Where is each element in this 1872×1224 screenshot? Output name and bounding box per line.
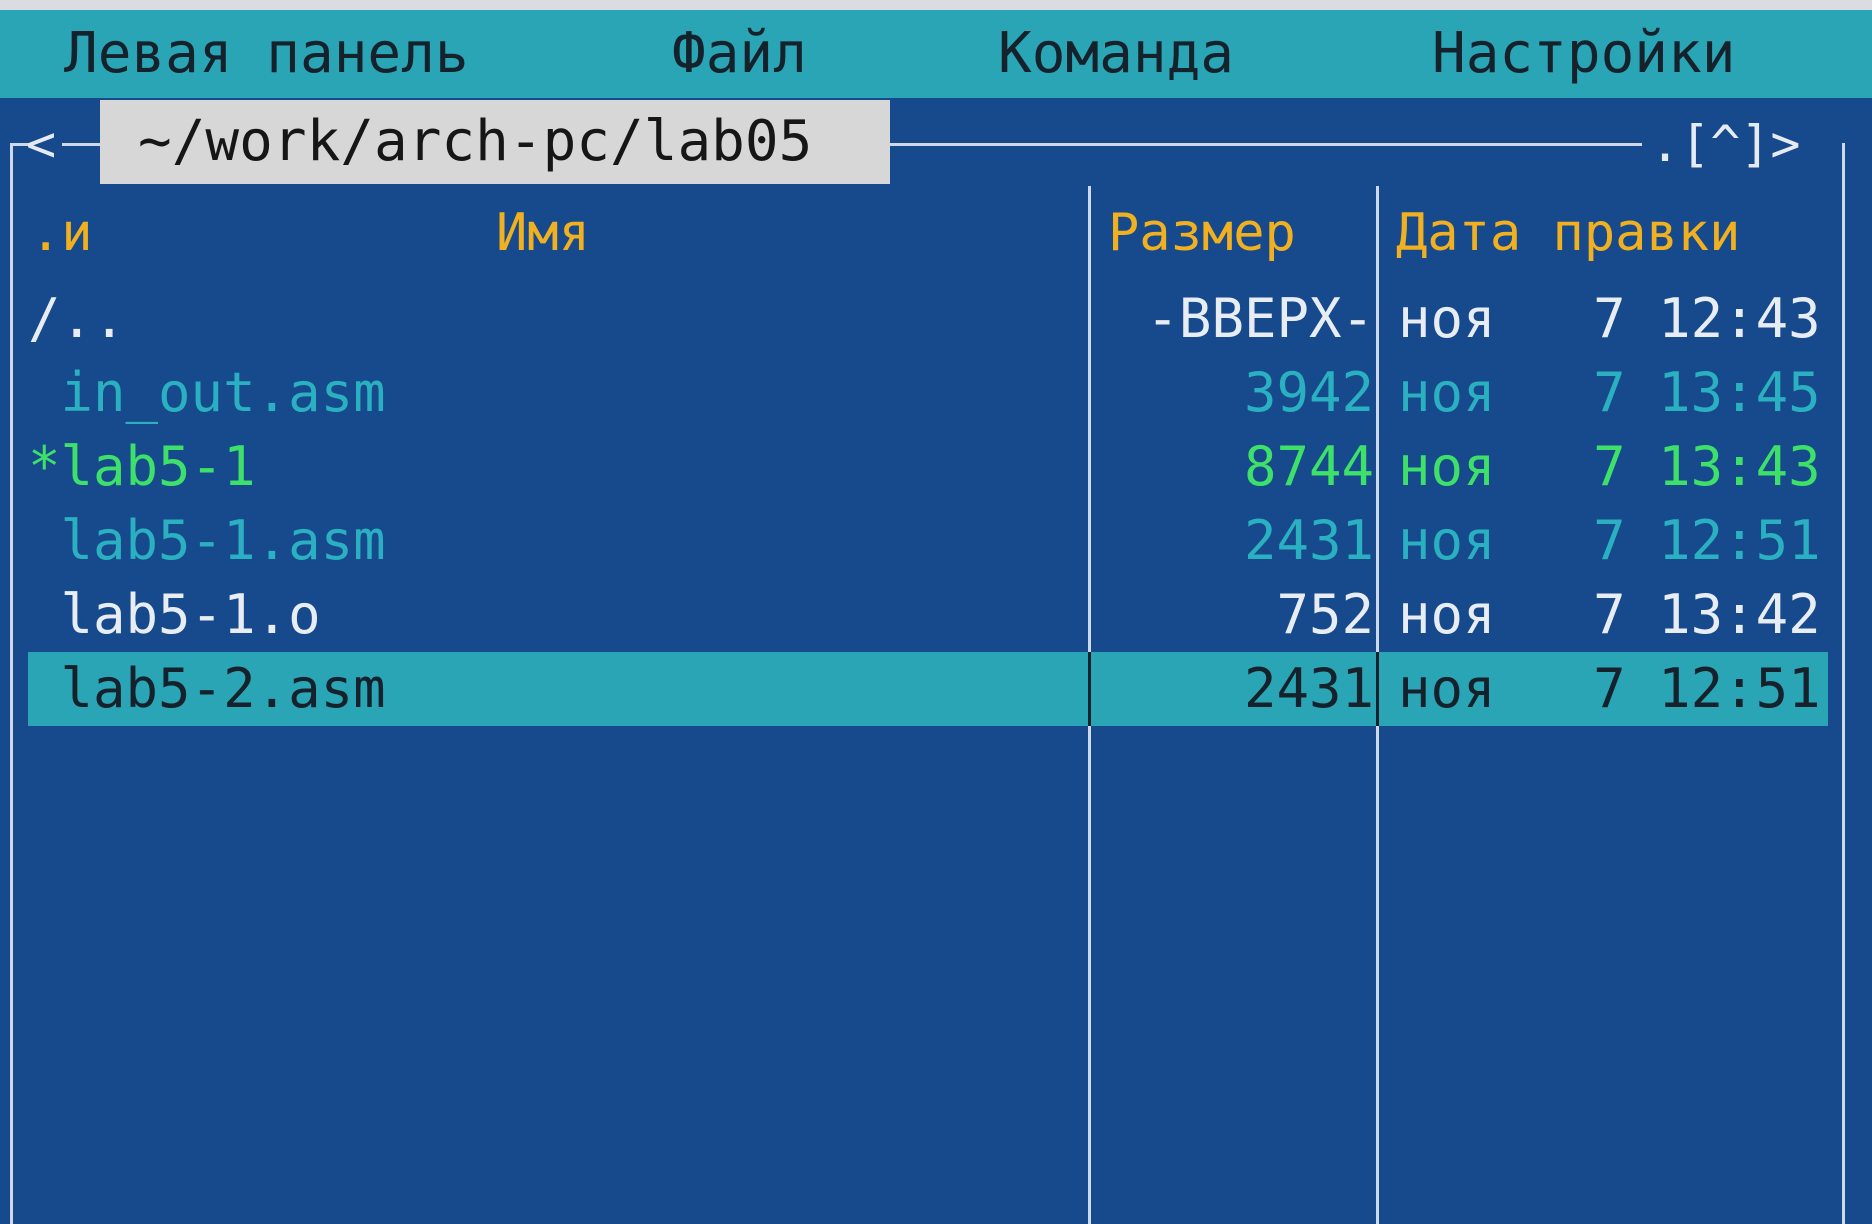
file-row-lab5-2-asm-selected[interactable]: lab5-2.asm 2431 ноя 7 12:51 — [28, 652, 1828, 726]
panel-border-top-right — [890, 143, 1642, 146]
selected-row-separator — [1376, 652, 1379, 726]
file-size: 2431 — [1243, 509, 1374, 572]
file-date: ноя 7 13:42 — [1398, 583, 1821, 646]
file-size: 752 — [1276, 583, 1374, 646]
file-name: lab5-1.o — [28, 583, 321, 646]
file-row-in-out-asm[interactable]: in_out.asm 3942 ноя 7 13:45 — [28, 356, 1828, 430]
panel-border-right — [1842, 143, 1845, 1224]
menu-command[interactable]: Команда — [998, 10, 1234, 98]
column-header-date[interactable]: Дата правки — [1396, 198, 1740, 268]
file-row-parent[interactable]: /.. -ВВЕРХ- ноя 7 12:43 — [28, 282, 1828, 356]
file-date: ноя 7 13:43 — [1398, 435, 1821, 498]
file-date: ноя 7 13:45 — [1398, 361, 1821, 424]
history-right-button[interactable]: .[^]> — [1650, 112, 1801, 176]
file-name: in_out.asm — [28, 361, 386, 424]
selected-row-separator — [1088, 652, 1091, 726]
file-row-lab5-1-o[interactable]: lab5-1.o 752 ноя 7 13:42 — [28, 578, 1828, 652]
file-row-lab5-1[interactable]: *lab5-1 8744 ноя 7 13:43 — [28, 430, 1828, 504]
file-size: 8744 — [1243, 435, 1374, 498]
column-header-name[interactable]: Имя — [496, 198, 590, 268]
panel-border-top-mid — [62, 143, 102, 146]
sort-indicator[interactable]: .и — [30, 198, 93, 268]
file-date: ноя 7 12:51 — [1398, 657, 1821, 720]
window-top-strip — [0, 0, 1872, 10]
file-name: lab5-1.asm — [28, 509, 386, 572]
file-size: 3942 — [1243, 361, 1374, 424]
file-name: /.. — [28, 287, 126, 350]
current-path[interactable]: ~/work/arch-pc/lab05 — [100, 100, 890, 184]
file-date: ноя 7 12:51 — [1398, 509, 1821, 572]
file-date: ноя 7 12:43 — [1398, 287, 1821, 350]
menu-file[interactable]: Файл — [672, 10, 807, 98]
menu-settings[interactable]: Настройки — [1432, 10, 1735, 98]
menu-left-panel[interactable]: Левая панель — [64, 10, 469, 98]
history-left-button[interactable]: < — [26, 112, 56, 176]
file-row-lab5-1-asm[interactable]: lab5-1.asm 2431 ноя 7 12:51 — [28, 504, 1828, 578]
file-name: *lab5-1 — [28, 435, 256, 498]
column-header-size[interactable]: Размер — [1108, 198, 1296, 268]
file-size: -ВВЕРХ- — [1146, 287, 1374, 350]
file-size: 2431 — [1243, 657, 1374, 720]
file-name: lab5-2.asm — [28, 657, 386, 720]
panel-border-left — [10, 143, 13, 1224]
left-file-panel[interactable]: < .[^]> ~/work/arch-pc/lab05 .и Имя Разм… — [0, 98, 1872, 1224]
menu-bar: Левая панель Файл Команда Настройки — [0, 10, 1872, 98]
